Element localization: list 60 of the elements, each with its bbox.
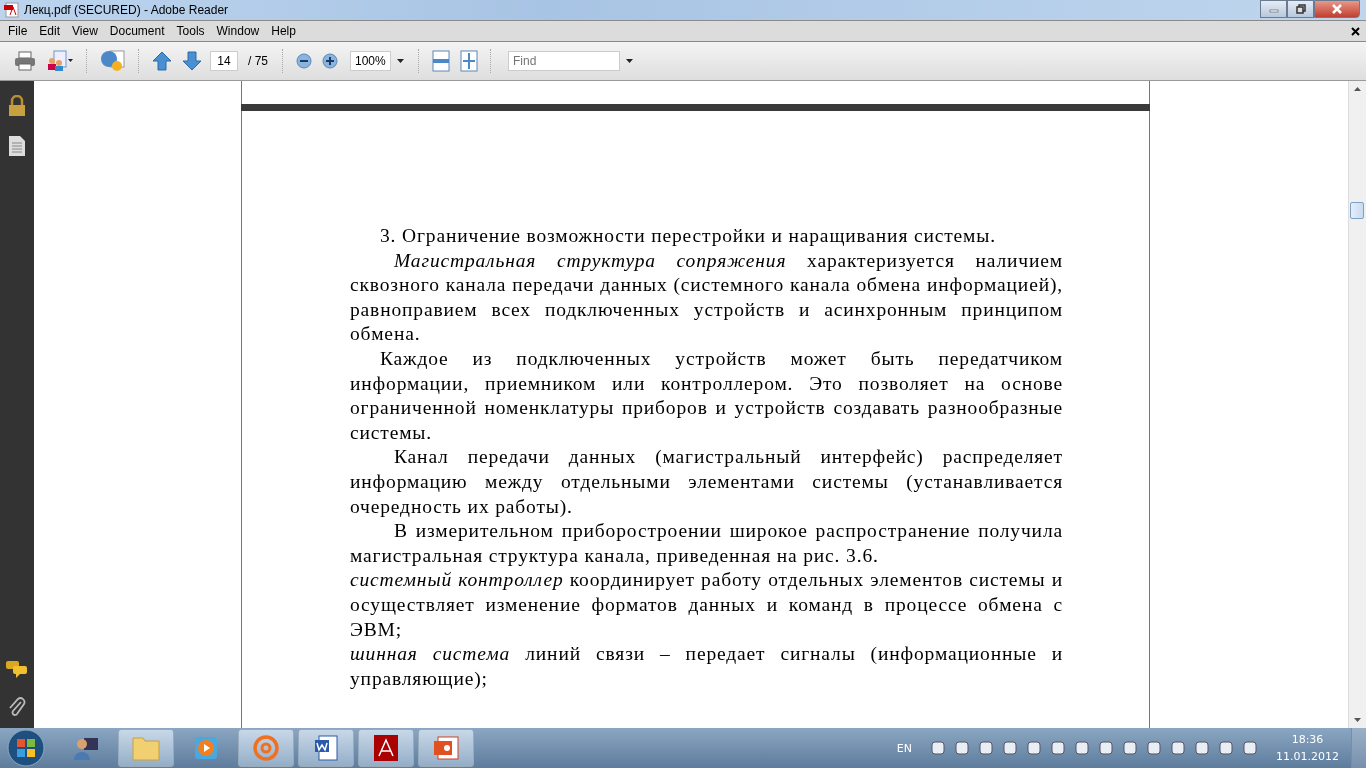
- zoom-in-button[interactable]: [320, 51, 340, 71]
- clock[interactable]: 18:36 11.01.2012: [1276, 731, 1339, 765]
- pdf-icon: [373, 734, 399, 762]
- up-arrow-icon: [152, 51, 172, 71]
- paragraph: системный контроллер координирует работу отдельных элементов системы и осуществляет изменение форматов данных и команд в процессе обмена с ЭВМ;: [350, 568, 1063, 642]
- menu-item[interactable]: Edit: [34, 24, 68, 38]
- caret-icon: [626, 59, 633, 63]
- clock-time: 18:36: [1291, 732, 1324, 748]
- printer-icon: [14, 51, 36, 71]
- fit-page-button[interactable]: [458, 48, 480, 74]
- restore-icon: [1295, 4, 1306, 14]
- menu-item[interactable]: Help: [266, 24, 303, 38]
- taskbar-button[interactable]: [298, 729, 354, 767]
- page-count: / 75: [247, 54, 269, 68]
- globe-document-icon: [100, 49, 126, 73]
- plus-icon: [322, 53, 338, 69]
- print-button[interactable]: [12, 49, 38, 73]
- clock-date: 11.01.2012: [1276, 749, 1339, 765]
- scrollbar[interactable]: [1348, 81, 1366, 728]
- paperclip-icon[interactable]: [7, 696, 27, 718]
- paragraph: В измерительном приборостроении широкое распространение получила магистральная структура канала, приведенная на рис. 3.6.: [350, 519, 1063, 568]
- pages-icon[interactable]: [8, 135, 26, 157]
- close-icon: [1331, 4, 1343, 14]
- presentation-icon: [432, 734, 460, 762]
- start-button[interactable]: [6, 728, 46, 768]
- play-icon: [193, 735, 219, 761]
- word-document-icon: [313, 734, 339, 762]
- minimize-button[interactable]: [1260, 0, 1287, 18]
- menu-item[interactable]: Tools: [171, 24, 212, 38]
- paragraph: шинная система линий связи – передает сигналы (информационные и управляющие);: [350, 642, 1063, 691]
- down-arrow-icon: [182, 51, 202, 71]
- caret-icon: [397, 59, 404, 63]
- page-number-field[interactable]: 14: [210, 51, 238, 71]
- paragraph: Магистральная структура сопряжения характеризуется наличием сквозного канала передачи данных (системного канала обмена информацией), равноправием всех подключенных устройств и асинхронным принципом обмена.: [350, 248, 1063, 347]
- taskbar-button[interactable]: [358, 729, 414, 767]
- restore-button[interactable]: [1287, 0, 1314, 18]
- paragraph: Каждое из подключенных устройств может быть передатчиком информации, приемником или контроллером. Это позволяет на основе ограниченной номенклатуры приборов и устройств создавать разнообразные системы.: [350, 346, 1063, 445]
- window-title: Лекц.pdf (SECURED) - Adobe Reader: [24, 3, 229, 17]
- taskbar-button[interactable]: [418, 729, 474, 767]
- menu-item[interactable]: Document: [104, 24, 172, 38]
- next-page-button[interactable]: [180, 49, 204, 73]
- scroll-thumb[interactable]: [1350, 202, 1364, 219]
- close-document-button[interactable]: [1351, 26, 1360, 36]
- minus-icon: [296, 53, 312, 69]
- previous-page-button[interactable]: [150, 49, 174, 73]
- menu-item[interactable]: View: [67, 24, 105, 38]
- menu-item[interactable]: File: [3, 24, 35, 38]
- close-icon: [1351, 26, 1360, 36]
- pdf-file-icon: [4, 2, 20, 18]
- folder-icon: [131, 734, 161, 762]
- paragraph: 3. Ограничение возможности перестройки и наращивания системы.: [379, 224, 997, 248]
- fit-page-icon: [460, 50, 478, 72]
- zoom-out-button[interactable]: [294, 51, 314, 71]
- fit-width-button[interactable]: [430, 48, 452, 74]
- menu-item[interactable]: Window: [211, 24, 267, 38]
- comments-icon[interactable]: [5, 660, 29, 678]
- paragraph: Канал передачи данных (магистральный интерфейс) распределяет информацию между отдельными элементами системы (устанавливается очередность их работы).: [350, 445, 1063, 519]
- close-button[interactable]: [1314, 0, 1360, 18]
- people-document-icon: [46, 50, 74, 72]
- fit-width-icon: [432, 50, 450, 72]
